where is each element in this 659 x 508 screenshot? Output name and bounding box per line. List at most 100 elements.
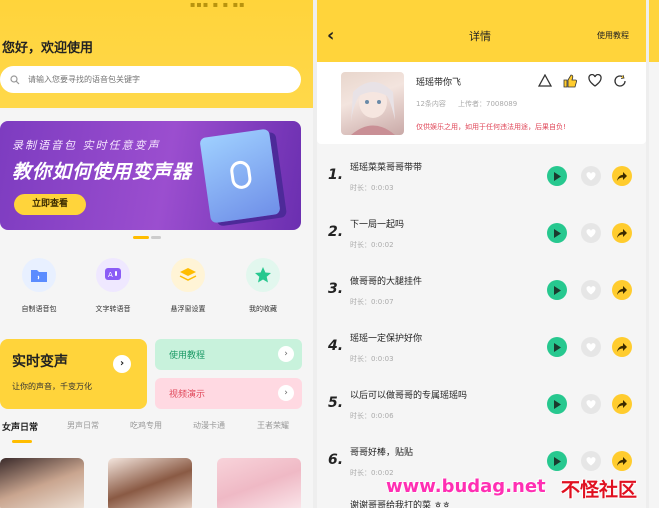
share-arrow-button[interactable] (612, 337, 632, 357)
pack-uploader: 上传者：7008089 (458, 100, 518, 108)
voice-pack-thumbnail[interactable] (0, 458, 84, 508)
tutorial-card[interactable]: 使用教程 › (155, 339, 302, 370)
next-screen-edge-body (649, 62, 659, 508)
status-bar: ▪▪▪ ▪ ▪ ▪▪ (190, 0, 246, 9)
floating-window-icon (171, 258, 205, 292)
promo-banner[interactable]: 录制语音包 实时任意变声 教你如何使用变声器 立即查看 (0, 121, 301, 230)
item-title: 下一局一起吗 (350, 220, 405, 230)
item-number: 5. (328, 395, 344, 411)
tab-female-daily[interactable]: 女声日常 (2, 420, 38, 433)
share-arrow-button[interactable] (612, 280, 632, 300)
item-number: 1. (328, 167, 344, 183)
item-duration: 时长：0:0:06 (350, 412, 394, 420)
share-arrow-button[interactable] (612, 223, 632, 243)
microphone-icon (228, 159, 253, 191)
chevron-right-icon: › (113, 355, 131, 373)
item-title: 以后可以做哥哥的专属瑶瑶吗 (350, 391, 468, 401)
tab-pubg[interactable]: 吃鸡专用 (130, 420, 162, 431)
quick-action-label: 自制语音包 (21, 305, 57, 313)
chevron-right-icon: › (278, 346, 294, 362)
home-screen: ▪▪▪ ▪ ▪ ▪▪ 您好，欢迎使用 录制语音包 实时任意变声 教你如何使用变声… (0, 0, 313, 508)
watermark-url: www.budag.net (386, 476, 546, 497)
pack-actions (536, 72, 628, 89)
pack-name: 瑶瑶带你飞 (416, 78, 462, 88)
favorite-heart-button[interactable] (581, 223, 601, 243)
item-number: 4. (328, 338, 344, 354)
favorite-heart-button[interactable] (581, 394, 601, 414)
refresh-icon[interactable] (611, 72, 628, 89)
favorite-heart-button[interactable] (581, 166, 601, 186)
search-input[interactable] (28, 75, 278, 84)
voice-item[interactable]: 2. 下一局一起吗 时长：0:0:02 (317, 207, 646, 264)
item-duration: 时长：0:0:02 (350, 241, 394, 249)
book-illustration (199, 128, 281, 224)
quick-action-record-pack[interactable]: 自制语音包 (4, 258, 74, 314)
realtime-title: 实时变声 (12, 354, 68, 370)
demo-label: 视频演示 (169, 390, 206, 400)
heart-icon[interactable] (586, 72, 603, 89)
voice-item[interactable]: 3. 做哥哥的大腿挂件 时长：0:0:07 (317, 264, 646, 321)
play-button[interactable] (547, 451, 567, 471)
voice-pack-card: 瑶瑶带你飞 12条内容 上传者：7008089 仅供娱乐之用，如用于任何违法用途… (317, 62, 646, 144)
favorite-heart-button[interactable] (581, 451, 601, 471)
voice-item[interactable]: 1. 瑶瑶菜菜哥哥带带 时长：0:0:03 (317, 150, 646, 207)
detail-screen: ‹ 详情 使用教程 瑶瑶带你飞 12条内容 上传者：7008089 仅供娱乐之用… (317, 0, 646, 508)
favorite-heart-button[interactable] (581, 280, 601, 300)
pack-count: 12条内容 (416, 100, 446, 108)
voice-pack-thumbnail[interactable] (108, 458, 192, 508)
item-number: 3. (328, 281, 344, 297)
view-now-button[interactable]: 立即查看 (14, 194, 86, 215)
banner-title: 教你如何使用变声器 (12, 161, 193, 183)
page-title: 详情 (469, 30, 491, 43)
chevron-right-icon: › (278, 385, 294, 401)
favorite-heart-button[interactable] (581, 337, 601, 357)
voice-item[interactable]: 4. 瑶瑶一定保护好你 时长：0:0:03 (317, 321, 646, 378)
item-title: 谢谢哥哥给我打的菜 ㅎㅎ (350, 501, 451, 508)
text-to-voice-icon: A (96, 258, 130, 292)
search-bar[interactable] (0, 66, 301, 93)
quick-action-favorites[interactable]: 我的收藏 (228, 258, 298, 314)
item-title: 哥哥好棒，贴贴 (350, 448, 414, 458)
voice-pack-cover (341, 72, 404, 135)
detail-header: ‹ 详情 使用教程 (317, 0, 646, 62)
item-title: 瑶瑶一定保护好你 (350, 334, 423, 344)
play-button[interactable] (547, 337, 567, 357)
play-button[interactable] (547, 166, 567, 186)
play-button[interactable] (547, 223, 567, 243)
banner-subtitle: 录制语音包 实时任意变声 (12, 139, 161, 152)
screenshot-root: ▪▪▪ ▪ ▪ ▪▪ 您好，欢迎使用 录制语音包 实时任意变声 教你如何使用变声… (0, 0, 659, 508)
voice-pack-thumbnail[interactable] (217, 458, 301, 508)
tab-anime[interactable]: 动漫卡通 (193, 420, 225, 431)
voice-item[interactable]: 5. 以后可以做哥哥的专属瑶瑶吗 时长：0:0:06 (317, 378, 646, 435)
tab-honor-of-kings[interactable]: 王者荣耀 (257, 420, 289, 431)
share-arrow-button[interactable] (612, 451, 632, 471)
greeting-text: 您好，欢迎使用 (2, 41, 94, 56)
share-arrow-button[interactable] (612, 394, 632, 414)
svg-text:A: A (108, 271, 113, 279)
tab-male-daily[interactable]: 男声日常 (67, 420, 99, 431)
item-number: 2. (328, 224, 344, 240)
share-arrow-button[interactable] (612, 166, 632, 186)
quick-action-label: 文字转语音 (95, 305, 131, 313)
quick-action-tts[interactable]: A 文字转语音 (78, 258, 148, 314)
thumbs-up-icon[interactable] (561, 72, 578, 89)
item-duration: 时长：0:0:03 (350, 184, 394, 192)
play-button[interactable] (547, 394, 567, 414)
category-tabs: 女声日常 男声日常 吃鸡专用 动漫卡通 王者荣耀 (0, 420, 313, 444)
item-duration: 时长：0:0:07 (350, 298, 394, 306)
demo-video-card[interactable]: 视频演示 › (155, 378, 302, 409)
play-button[interactable] (547, 280, 567, 300)
realtime-subtitle: 让你的声音，千变万化 (12, 382, 92, 391)
back-arrow-icon[interactable]: ‹ (327, 25, 334, 46)
usage-tutorial-link[interactable]: 使用教程 (597, 30, 629, 41)
item-title: 做哥哥的大腿挂件 (350, 277, 423, 287)
folder-voice-icon (22, 258, 56, 292)
realtime-voice-card[interactable]: 实时变声 让你的声音，千变万化 › (0, 339, 147, 409)
carousel-indicator (133, 236, 161, 239)
item-number: 6. (328, 452, 344, 468)
watermark-brand: 不怪社区 (561, 479, 638, 501)
quick-action-label: 我的收藏 (249, 305, 277, 313)
report-triangle-icon[interactable] (536, 72, 553, 89)
item-title: 瑶瑶菜菜哥哥带带 (350, 163, 423, 173)
quick-action-floating[interactable]: 悬浮窗设置 (153, 258, 223, 314)
